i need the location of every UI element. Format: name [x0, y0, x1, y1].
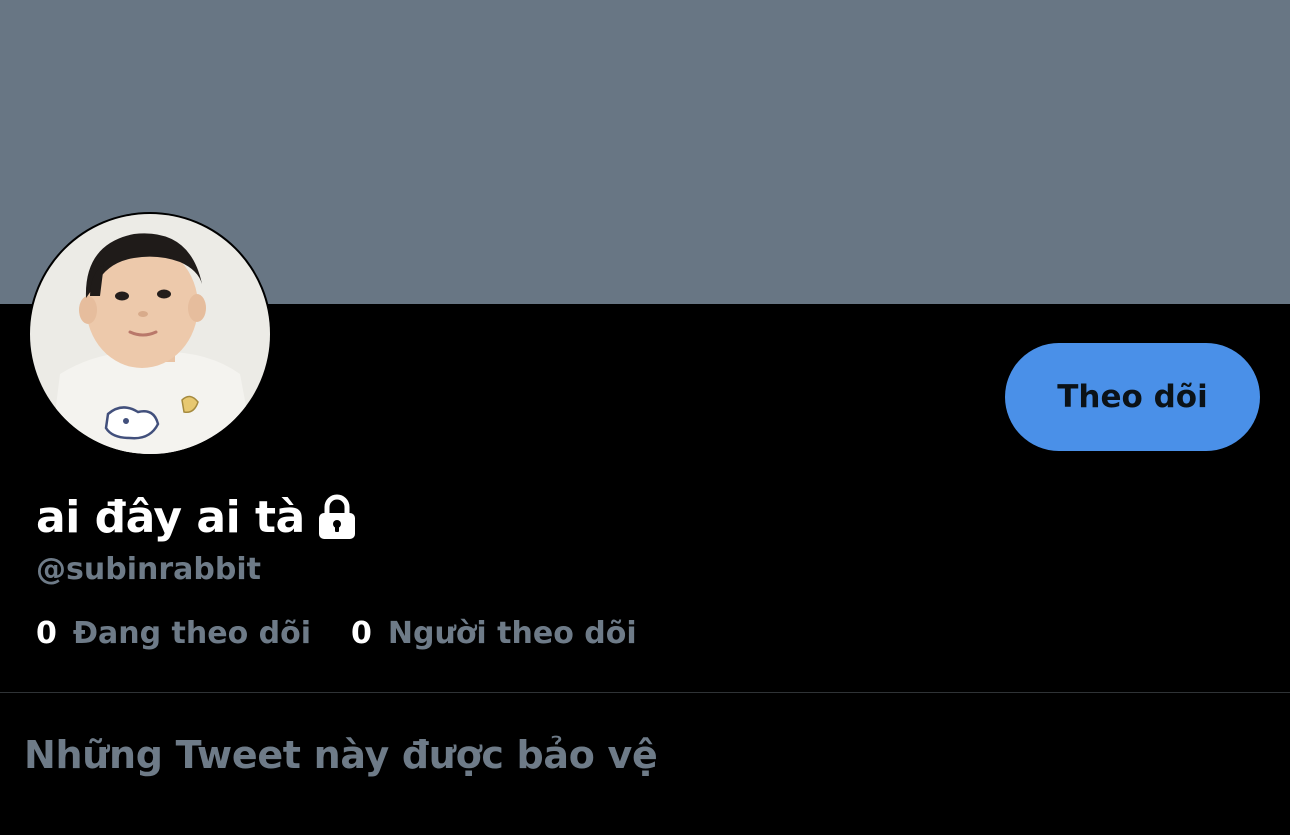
- display-name: ai đây ai tà: [36, 491, 305, 543]
- following-count: 0: [36, 616, 57, 651]
- profile-avatar[interactable]: [28, 212, 272, 456]
- section-divider: [0, 692, 1290, 693]
- lock-icon: [313, 493, 361, 541]
- child-portrait-avatar-image: [30, 214, 270, 454]
- protected-tweets-title: Những Tweet này được bảo vệ: [24, 733, 658, 777]
- following-label: Đang theo dõi: [72, 616, 311, 651]
- follow-stats: 0 Đang theo dõi 0 Người theo dõi: [36, 616, 637, 651]
- follow-button[interactable]: Theo dõi: [1005, 343, 1260, 451]
- followers-stat[interactable]: 0 Người theo dõi: [351, 616, 637, 651]
- profile-handle: @subinrabbit: [36, 552, 261, 587]
- following-stat[interactable]: 0 Đang theo dõi: [36, 616, 311, 651]
- display-name-row: ai đây ai tà: [36, 486, 361, 548]
- followers-count: 0: [351, 616, 372, 651]
- followers-label: Người theo dõi: [387, 616, 637, 651]
